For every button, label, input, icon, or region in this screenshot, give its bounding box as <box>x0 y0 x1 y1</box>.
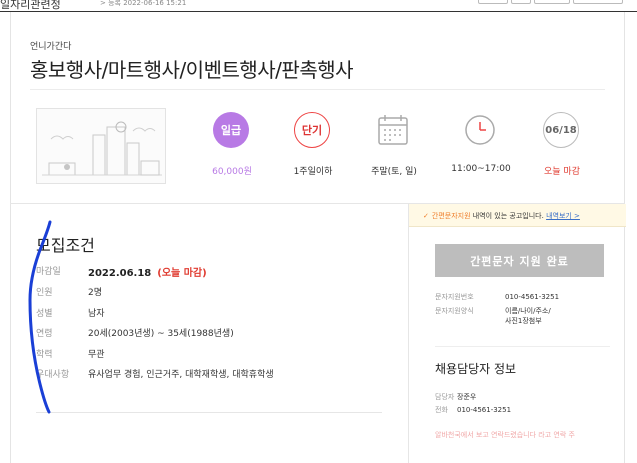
pen-annotation <box>28 220 52 414</box>
